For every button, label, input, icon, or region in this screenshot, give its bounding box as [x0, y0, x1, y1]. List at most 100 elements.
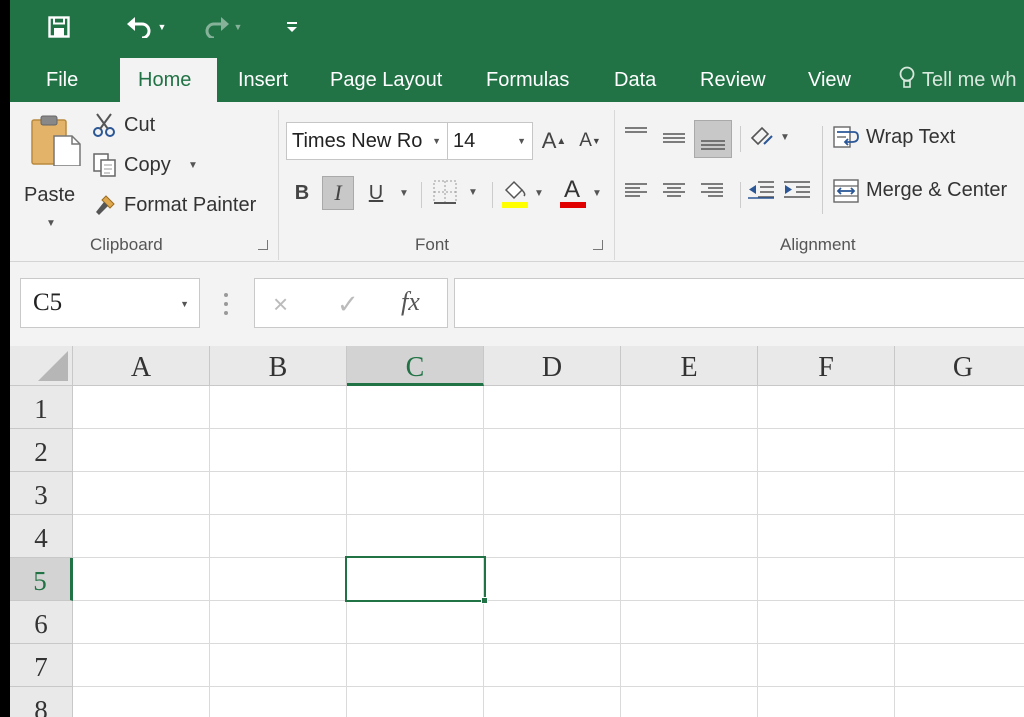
top-align-button[interactable] [622, 124, 654, 154]
row-header-6[interactable]: 6 [10, 601, 73, 644]
copy-dropdown-icon[interactable]: ▼ [188, 160, 198, 171]
alignment-group-label: Alignment [780, 235, 856, 254]
undo-button[interactable]: ▼ [118, 12, 174, 42]
row-header-8[interactable]: 8 [10, 687, 73, 717]
grid-line [483, 386, 484, 717]
borders-dropdown-icon[interactable]: ▼ [468, 187, 478, 198]
paste-dropdown-icon[interactable]: ▼ [46, 218, 56, 229]
tab-home[interactable]: Home [120, 58, 217, 102]
row-header-7[interactable]: 7 [10, 644, 73, 687]
copy-button[interactable]: Copy ▼ [92, 152, 212, 182]
format-painter-label: Format Painter [124, 194, 257, 216]
formula-bar-area: C5 ▼ × ✓ fx [10, 262, 1024, 346]
increase-indent-icon [784, 181, 810, 198]
column-header-b[interactable]: B [210, 346, 347, 386]
font-name-dropdown-icon[interactable]: ▼ [432, 136, 441, 146]
redo-dropdown-icon[interactable]: ▼ [234, 22, 243, 32]
tab-review[interactable]: Review [682, 56, 784, 102]
grid-line [209, 386, 210, 717]
grow-font-label: A [541, 128, 557, 153]
fill-handle[interactable] [481, 597, 488, 604]
column-header-e[interactable]: E [621, 346, 758, 386]
middle-align-button[interactable] [660, 124, 692, 154]
format-painter-button[interactable]: Format Painter [92, 192, 282, 222]
tab-formulas[interactable]: Formulas [468, 56, 587, 102]
formula-bar-grip-icon[interactable] [224, 293, 228, 315]
grid-line [73, 643, 1024, 644]
center-align-button[interactable] [660, 178, 692, 208]
column-header-c[interactable]: C [347, 346, 484, 386]
borders-button[interactable]: ▼ [432, 179, 492, 209]
underline-dropdown-icon[interactable]: ▼ [399, 188, 409, 199]
bold-button[interactable]: B [286, 176, 318, 210]
font-color-dropdown-icon[interactable]: ▼ [592, 188, 602, 199]
middle-align-icon [663, 133, 685, 143]
column-header-d[interactable]: D [484, 346, 621, 386]
merge-center-button[interactable]: Merge & Center [832, 177, 1024, 209]
decrease-indent-button[interactable] [746, 178, 778, 208]
row-header-1[interactable]: 1 [10, 386, 73, 429]
formula-input[interactable] [454, 278, 1024, 328]
worksheet-grid[interactable]: A B C D E F G 1 2 3 4 5 6 7 8 [10, 346, 1024, 717]
grid-line [73, 557, 1024, 558]
tab-view[interactable]: View [790, 56, 869, 102]
column-header-g[interactable]: G [895, 346, 1024, 386]
fill-color-dropdown-icon[interactable]: ▼ [534, 188, 544, 199]
wrap-text-icon [833, 126, 859, 148]
alignment-divider-3 [822, 126, 823, 214]
tab-insert[interactable]: Insert [220, 56, 306, 102]
orientation-button[interactable]: ▼ [748, 122, 798, 154]
orientation-dropdown-icon[interactable]: ▼ [780, 132, 790, 143]
left-align-button[interactable] [622, 178, 654, 208]
font-name-select[interactable]: Times New Ro ▼ [286, 122, 448, 160]
font-color-button[interactable]: A ▼ [558, 176, 610, 210]
italic-button[interactable]: I [322, 176, 354, 210]
tab-data[interactable]: Data [596, 56, 674, 102]
merge-center-label: Merge & Center [866, 179, 1008, 201]
row-header-2[interactable]: 2 [10, 429, 73, 472]
right-align-button[interactable] [698, 178, 730, 208]
font-size-dropdown-icon[interactable]: ▼ [517, 136, 526, 146]
ribbon-tabs: File Home Insert Page Layout Formulas Da… [10, 56, 1024, 102]
tab-page-layout[interactable]: Page Layout [312, 56, 460, 102]
customize-qat-icon[interactable] [282, 12, 302, 42]
grow-arrow-icon: ▲ [556, 135, 567, 147]
underline-button[interactable]: U [360, 176, 392, 210]
row-header-4[interactable]: 4 [10, 515, 73, 558]
group-divider [614, 110, 615, 260]
shrink-font-button[interactable]: A ▼ [574, 124, 606, 158]
redo-button[interactable]: ▼ [194, 12, 250, 42]
save-icon[interactable] [44, 12, 74, 42]
select-all-corner[interactable] [10, 346, 73, 386]
wrap-text-button[interactable]: Wrap Text [832, 124, 1022, 156]
enter-icon[interactable]: ✓ [337, 289, 359, 320]
row-header-5[interactable]: 5 [10, 558, 73, 601]
undo-dropdown-icon[interactable]: ▼ [158, 22, 167, 32]
column-header-a[interactable]: A [73, 346, 210, 386]
font-name-value: Times New Ro [292, 130, 423, 152]
row-header-3[interactable]: 3 [10, 472, 73, 515]
grid-line [73, 686, 1024, 687]
grid-line [757, 386, 758, 717]
font-size-select[interactable]: 14 ▼ [447, 122, 533, 160]
bottom-align-button[interactable] [694, 120, 732, 158]
tell-me-search[interactable]: Tell me wh [898, 56, 1016, 102]
column-header-f[interactable]: F [758, 346, 895, 386]
paste-button[interactable]: Paste ▼ [24, 114, 81, 234]
name-box[interactable]: C5 ▼ [20, 278, 200, 328]
name-box-dropdown-icon[interactable]: ▼ [180, 299, 189, 309]
tab-file[interactable]: File [28, 56, 96, 102]
active-cell-c5[interactable] [345, 556, 486, 602]
fill-color-swatch [502, 202, 528, 208]
increase-indent-button[interactable] [782, 178, 814, 208]
grow-font-button[interactable]: A ▲ [538, 124, 570, 158]
cancel-icon[interactable]: × [273, 289, 288, 320]
fill-color-button[interactable]: ▼ [500, 176, 552, 210]
clipboard-launcher-icon[interactable] [258, 240, 268, 250]
lightbulb-icon [899, 66, 915, 88]
insert-function-icon[interactable]: fx [401, 287, 420, 317]
left-align-icon [625, 183, 647, 197]
cut-button[interactable]: Cut [92, 112, 182, 142]
tell-me-text: Tell me wh [922, 69, 1017, 91]
font-launcher-icon[interactable] [593, 240, 603, 250]
